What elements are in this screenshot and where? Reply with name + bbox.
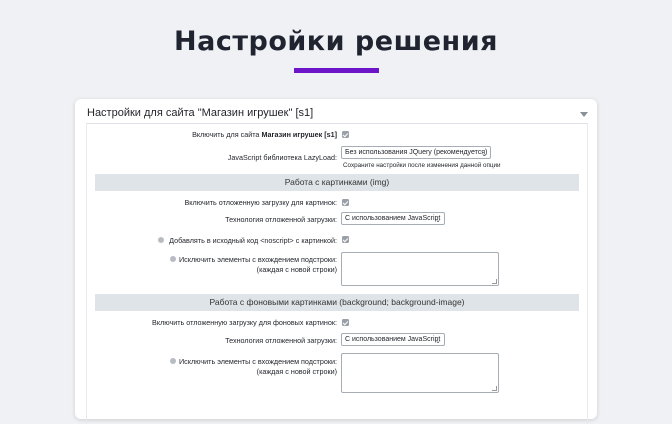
images-tech-select[interactable]: С использованием JavaScript ⌄ (341, 212, 445, 225)
chevron-down-icon[interactable] (580, 112, 588, 117)
bg-tech-select[interactable]: С использованием JavaScript ⌄ (341, 333, 445, 346)
chevron-down-icon: ⌄ (481, 151, 487, 158)
bg-exclude-label: Исключить элементы с вхождением подстрок… (179, 357, 337, 366)
title-underline (294, 68, 379, 73)
bg-exclude-textarea[interactable] (341, 353, 499, 393)
images-exclude-sublabel: (каждая с новой строки) (256, 265, 337, 274)
images-enable-checkbox[interactable] (342, 199, 349, 206)
bg-tech-label: Технология отложенной загрузки: (225, 336, 337, 345)
settings-panel: Настройки для сайта "Магазин игрушек" [s… (75, 99, 597, 424)
images-tech-label: Технология отложенной загрузки: (225, 215, 337, 224)
images-noscript-label: Добавлять в исходный код <noscript> с ка… (169, 236, 337, 245)
chevron-down-icon: ⌄ (435, 338, 441, 345)
images-section-title: Работа с картинками (img) (95, 174, 579, 191)
lazyload-lib-label: JavaScript библиотека LazyLoad: (227, 153, 337, 162)
bg-enable-checkbox[interactable] (342, 319, 349, 326)
lazyload-lib-select[interactable]: Без использования JQuery (рекомендуется)… (341, 146, 491, 159)
bg-enable-label: Включить отложенную загрузку для фоновых… (152, 318, 337, 327)
panel-header-title: Настройки для сайта "Магазин игрушек" [s… (87, 107, 314, 119)
lazyload-lib-hint: Сохраните настройки после изменения данн… (343, 162, 501, 169)
enable-site-checkbox[interactable] (342, 131, 349, 138)
chevron-down-icon: ⌄ (435, 217, 441, 224)
images-exclude-textarea[interactable] (341, 252, 499, 286)
page-title: Настройки решения (174, 26, 498, 57)
images-exclude-label: Исключить элементы с вхождением подстрок… (179, 255, 337, 264)
bg-section-title: Работа с фоновыми картинками (background… (95, 294, 579, 311)
settings-form: Включить для сайта Магазин игрушек [s1] … (86, 123, 588, 424)
enable-site-label: Включить для сайта Магазин игрушек [s1] (192, 130, 337, 139)
images-noscript-checkbox[interactable] (342, 236, 349, 243)
images-enable-label: Включить отложенную загрузку для картино… (184, 198, 338, 207)
bg-exclude-sublabel: (каждая с новой строки) (256, 367, 337, 376)
